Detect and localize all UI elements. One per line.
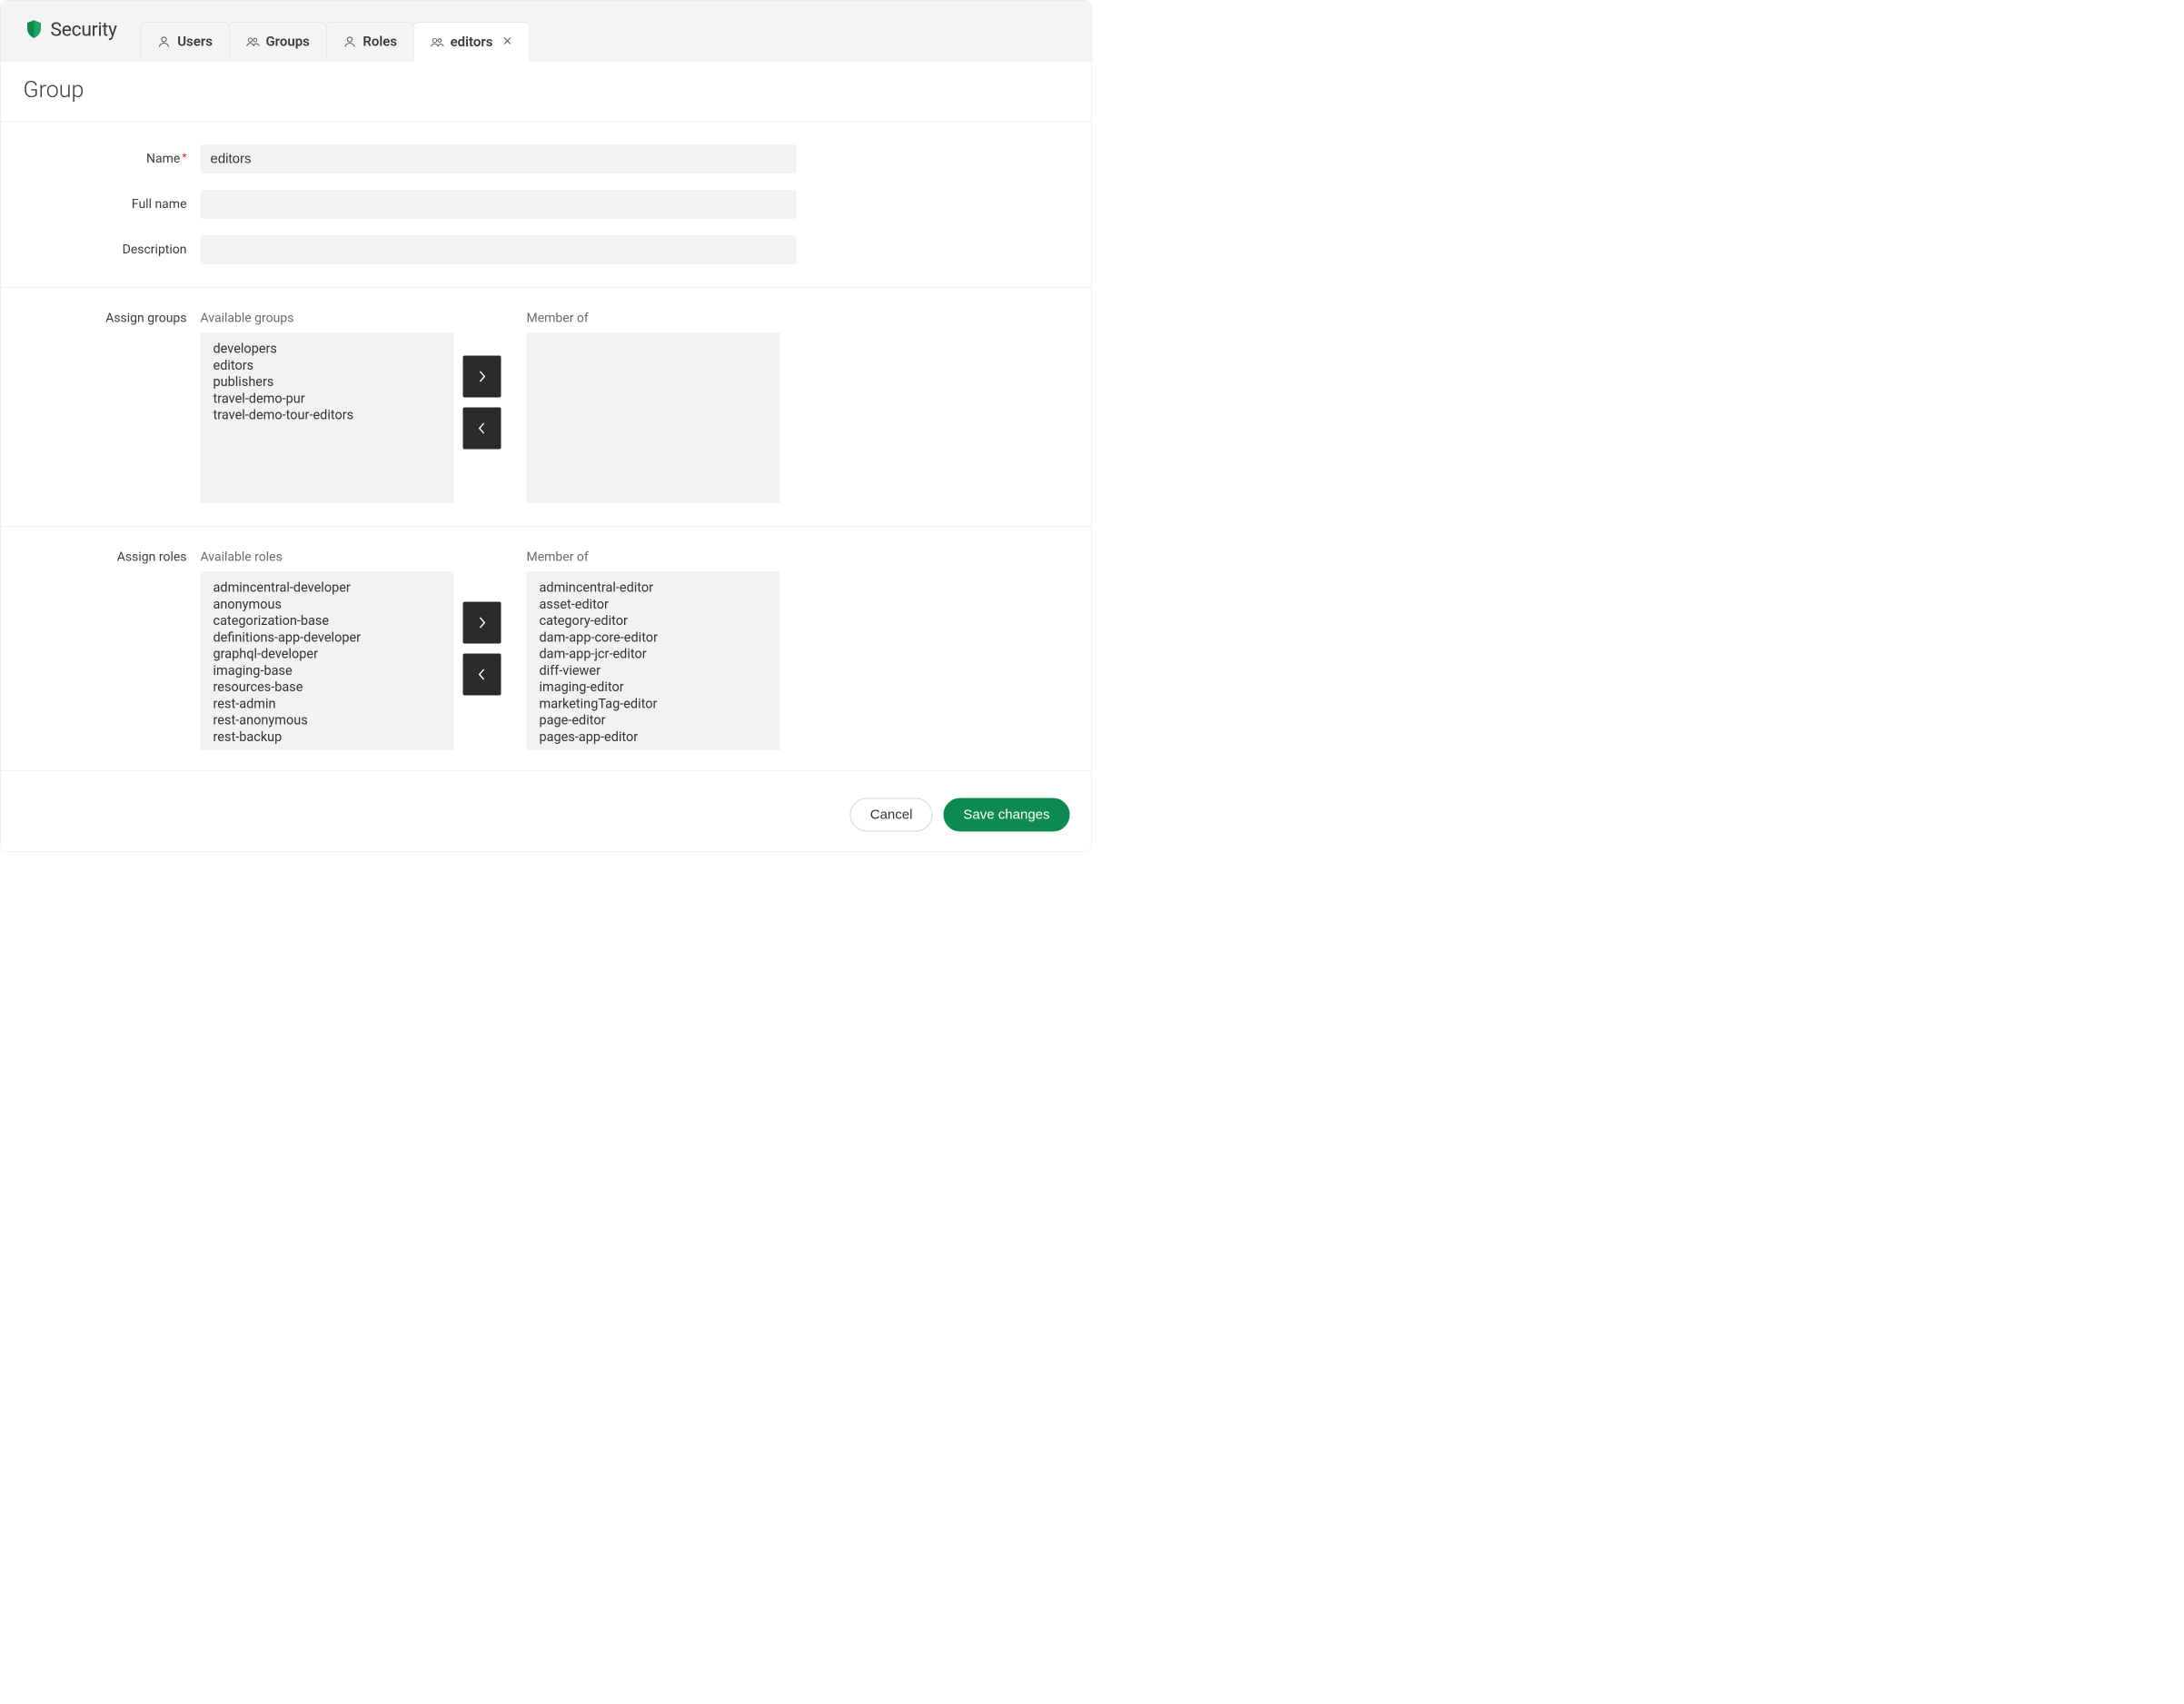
tab-label: editors [451,35,493,51]
user-icon [342,35,356,48]
app-title: Security [26,19,132,62]
list-item[interactable]: graphql-developer [213,646,450,662]
tab-editors[interactable]: editors [413,23,530,62]
list-item[interactable]: pages-app-editor [539,728,776,745]
list-item[interactable]: categorization-base [213,613,450,629]
chevron-right-icon [478,371,487,383]
list-item[interactable]: travel-demo-pur [213,391,450,407]
chevron-right-icon [478,617,487,629]
name-input[interactable] [201,144,797,173]
tab-users[interactable]: Users [141,22,230,61]
page-title-row: Group [1,62,1092,123]
list-item[interactable]: dam-app-jcr-editor [539,646,776,662]
save-button[interactable]: Save changes [943,798,1069,832]
chevron-left-icon [478,669,487,681]
tab-bar: Users Groups Roles editors [141,1,530,62]
move-left-button[interactable] [463,654,501,696]
tab-label: Roles [362,34,397,50]
form-body: Name* Full name Description Ass [1,122,1092,852]
move-right-button[interactable] [463,602,501,644]
tab-label: Users [177,34,213,50]
listbox-member-groups[interactable] [527,332,780,503]
label-name: Name* [1,144,201,166]
list-item[interactable]: resources-base [213,679,450,696]
move-left-button[interactable] [463,408,501,450]
label-available-roles: Available roles [201,550,454,565]
list-item[interactable]: travel-demo-tour-editors [213,407,450,423]
list-item[interactable]: marketingTag-editor [539,696,776,712]
list-item[interactable]: anonymous [213,596,450,612]
label-description: Description [1,235,201,257]
list-item[interactable]: imaging-base [213,662,450,679]
footer: Cancel Save changes [1,770,1092,852]
group-icon [245,35,259,48]
section-assign-groups: Assign groups Available groups developer… [1,288,1092,527]
label-member-roles: Member of [527,550,780,565]
list-item[interactable]: editors [213,357,450,373]
listbox-available-groups[interactable]: developerseditorspublisherstravel-demo-p… [201,332,454,503]
list-item[interactable]: dam-app-core-editor [539,629,776,646]
label-assign-groups: Assign groups [1,311,201,326]
tab-label: Groups [265,34,309,50]
list-item[interactable]: rest-anonymous [213,712,450,728]
list-item[interactable]: category-editor [539,613,776,629]
close-icon[interactable] [501,35,512,51]
listbox-member-roles[interactable]: admincentral-editorasset-editorcategory-… [527,571,780,750]
page-title: Group [24,77,1069,104]
cancel-button[interactable]: Cancel [850,798,933,832]
tab-roles[interactable]: Roles [326,22,414,61]
full-name-input[interactable] [201,190,797,219]
list-item[interactable]: admincentral-editor [539,580,776,596]
list-item[interactable]: imaging-editor [539,679,776,696]
user-icon [157,35,171,48]
list-item[interactable]: admincentral-developer [213,580,450,596]
description-input[interactable] [201,235,797,264]
label-full-name: Full name [1,190,201,212]
section-basic: Name* Full name Description [1,122,1092,288]
list-item[interactable]: definitions-app-developer [213,629,450,646]
list-item[interactable]: page-editor [539,712,776,728]
tab-groups[interactable]: Groups [229,22,326,61]
label-available-groups: Available groups [201,311,454,326]
list-item[interactable]: asset-editor [539,596,776,612]
app-header: Security Users Groups Roles editors [1,1,1092,62]
app-title-text: Security [51,19,117,42]
move-right-button[interactable] [463,356,501,398]
list-item[interactable]: diff-viewer [539,662,776,679]
shield-icon [26,19,43,40]
group-icon [431,35,444,49]
list-item[interactable]: rest-backup [213,728,450,745]
list-item[interactable]: publishers [213,374,450,391]
list-item[interactable]: rest-admin [213,696,450,712]
label-assign-roles: Assign roles [1,550,201,565]
label-member-groups: Member of [527,311,780,326]
list-item[interactable]: developers [213,341,450,357]
chevron-left-icon [478,422,487,435]
listbox-available-roles[interactable]: admincentral-developeranonymouscategoriz… [201,571,454,750]
